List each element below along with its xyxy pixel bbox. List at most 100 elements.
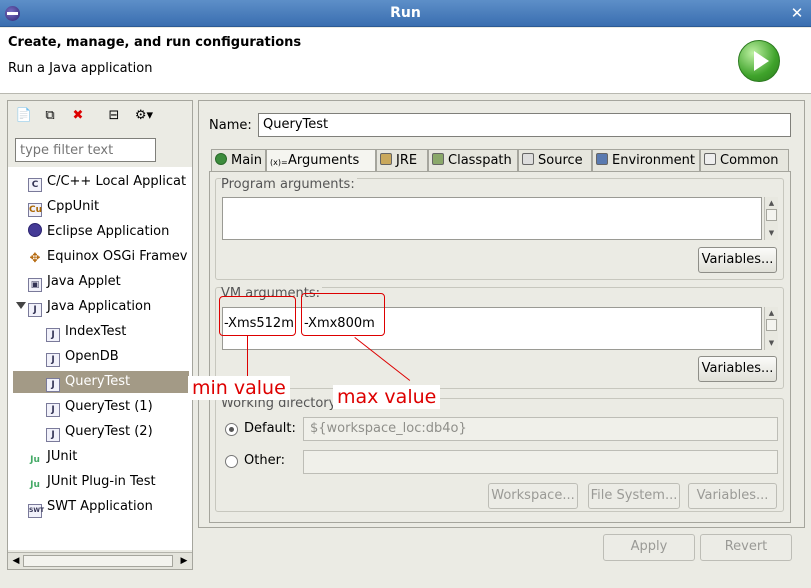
config-tabs: Main (x)=Arguments JRE Classpath Source … (211, 149, 791, 171)
tree-item-indextest[interactable]: J IndexTest (46, 321, 192, 343)
run-icon (738, 40, 780, 82)
min-value-annotation: min value (188, 376, 290, 400)
revert-button[interactable]: Revert (700, 534, 792, 561)
tab-arguments[interactable]: (x)=Arguments (266, 149, 376, 171)
default-radio[interactable] (225, 423, 238, 436)
tree-item-label: Java Application (47, 299, 152, 314)
tree-item-querytest-2[interactable]: J QueryTest (2) (46, 421, 192, 443)
max-value-annotation: max value (333, 385, 441, 409)
tree-item-querytest[interactable]: J QueryTest (13, 371, 189, 393)
tree-hscrollbar[interactable]: ◀ ▶ (8, 552, 192, 569)
java-app-icon: J (28, 303, 42, 317)
tree-item-label: IndexTest (65, 324, 127, 339)
expand-twisty-icon[interactable] (16, 302, 26, 309)
java-config-icon: J (46, 403, 60, 417)
config-tree: C C/C++ Local Applicat Cu CppUnit Eclipse … (8, 167, 192, 550)
window-titlebar: Run ✕ (0, 0, 811, 27)
scroll-down-icon[interactable]: ▼ (766, 228, 777, 238)
tree-item-osgi[interactable]: ✥ Equinox OSGi Framev (28, 246, 192, 268)
scroll-down-icon[interactable]: ▼ (766, 338, 777, 348)
tree-item-label: Equinox OSGi Framev (47, 249, 188, 264)
tree-item-label: JUnit Plug-in Test (47, 474, 156, 489)
tree-item-querytest-1[interactable]: J QueryTest (1) (46, 396, 192, 418)
tree-item-cppunit[interactable]: Cu CppUnit (28, 196, 192, 218)
tab-main[interactable]: Main (211, 149, 266, 171)
arguments-tab-body: Program arguments: ▲ ▼ Variables... VM a… (209, 171, 791, 523)
vm-variables-button[interactable]: Variables... (698, 356, 777, 382)
apply-button[interactable]: Apply (603, 534, 695, 561)
filter-menu-icon[interactable]: ⚙▾ (130, 106, 158, 126)
tab-jre[interactable]: JRE (376, 149, 428, 171)
scroll-left-icon[interactable]: ◀ (10, 555, 22, 567)
tab-source[interactable]: Source (518, 149, 592, 171)
program-args-textarea[interactable] (222, 197, 762, 240)
close-icon[interactable]: ✕ (789, 6, 805, 21)
default-dir-input: ${workspace_loc:db4o} (303, 417, 778, 441)
tree-item-label: Eclipse Application (47, 224, 170, 239)
tab-environment[interactable]: Environment (592, 149, 700, 171)
main-tab-icon (215, 153, 227, 165)
scroll-up-icon[interactable]: ▲ (766, 308, 777, 318)
tab-common[interactable]: Common (700, 149, 789, 171)
max-value-highlight (301, 293, 385, 336)
other-label: Other: (244, 453, 286, 468)
working-variables-button[interactable]: Variables... (688, 483, 777, 509)
tab-label: Common (720, 153, 779, 168)
header-subtitle: Run a Java application (8, 61, 153, 76)
tree-item-label: SWT Application (47, 499, 153, 514)
tree-item-swt[interactable]: SWT SWT Application (28, 496, 192, 518)
default-label: Default: (244, 421, 296, 436)
tree-item-junit-plugin[interactable]: Ju JUnit Plug-in Test (28, 471, 192, 493)
new-config-icon[interactable]: 📄 (14, 106, 34, 126)
tree-item-junit[interactable]: Ju JUnit (28, 446, 192, 468)
common-icon (704, 153, 716, 165)
classpath-icon (432, 153, 444, 165)
scroll-thumb[interactable] (23, 555, 173, 567)
collapse-all-icon[interactable]: ⊟ (104, 106, 124, 126)
file-system-button[interactable]: File System... (588, 483, 680, 509)
osgi-icon: ✥ (29, 251, 41, 266)
header-title: Create, manage, and run configurations (8, 35, 302, 50)
tab-label: JRE (396, 153, 418, 168)
tab-label: Source (538, 153, 583, 168)
tree-item-opendb[interactable]: J OpenDB (46, 346, 192, 368)
tree-item-label: C/C++ Local Applicat (47, 174, 187, 189)
tree-item-label: Java Applet (47, 274, 121, 289)
duplicate-config-icon[interactable]: ⧉ (40, 106, 60, 126)
other-dir-input[interactable] (303, 450, 778, 474)
java-config-icon: J (46, 328, 60, 342)
tab-classpath[interactable]: Classpath (428, 149, 518, 171)
tab-label: Environment (612, 153, 696, 168)
tree-item-applet[interactable]: ▣ Java Applet (28, 271, 192, 293)
jre-icon (380, 153, 392, 165)
java-config-icon: J (46, 378, 60, 392)
scroll-thumb[interactable] (766, 319, 777, 331)
scroll-right-icon[interactable]: ▶ (178, 555, 190, 567)
swt-icon: SWT (28, 504, 44, 518)
delete-config-icon[interactable]: ✖ (68, 106, 88, 126)
tree-item-c-app[interactable]: C C/C++ Local Applicat (28, 171, 192, 193)
config-toolbar: 📄 ⧉ ✖ ⊟ ⚙▾ (8, 101, 192, 131)
arguments-icon: (x)= (270, 158, 288, 167)
scroll-up-icon[interactable]: ▲ (766, 198, 777, 208)
name-input[interactable]: QueryTest (258, 113, 791, 137)
other-radio[interactable] (225, 455, 238, 468)
program-variables-button[interactable]: Variables... (698, 247, 777, 273)
tree-item-label: JUnit (47, 449, 78, 464)
program-args-label: Program arguments: (221, 177, 357, 192)
workspace-button[interactable]: Workspace... (488, 483, 578, 509)
filter-input[interactable] (15, 138, 156, 162)
tree-item-label: OpenDB (65, 349, 119, 364)
tree-item-eclipse-app[interactable]: Eclipse Application (28, 221, 192, 243)
tree-item-java-app[interactable]: J Java Application (8, 296, 192, 318)
program-args-scrollbar[interactable]: ▲ ▼ (764, 197, 778, 240)
tree-item-label: QueryTest (2) (65, 424, 153, 439)
tab-label: Main (231, 153, 263, 168)
environment-icon (596, 153, 608, 165)
scroll-thumb[interactable] (766, 209, 777, 221)
vm-args-scrollbar[interactable]: ▲ ▼ (764, 307, 778, 350)
tree-item-label: QueryTest (1) (65, 399, 153, 414)
applet-icon: ▣ (28, 278, 42, 292)
eclipse-icon (28, 223, 42, 237)
min-value-highlight (219, 296, 296, 336)
